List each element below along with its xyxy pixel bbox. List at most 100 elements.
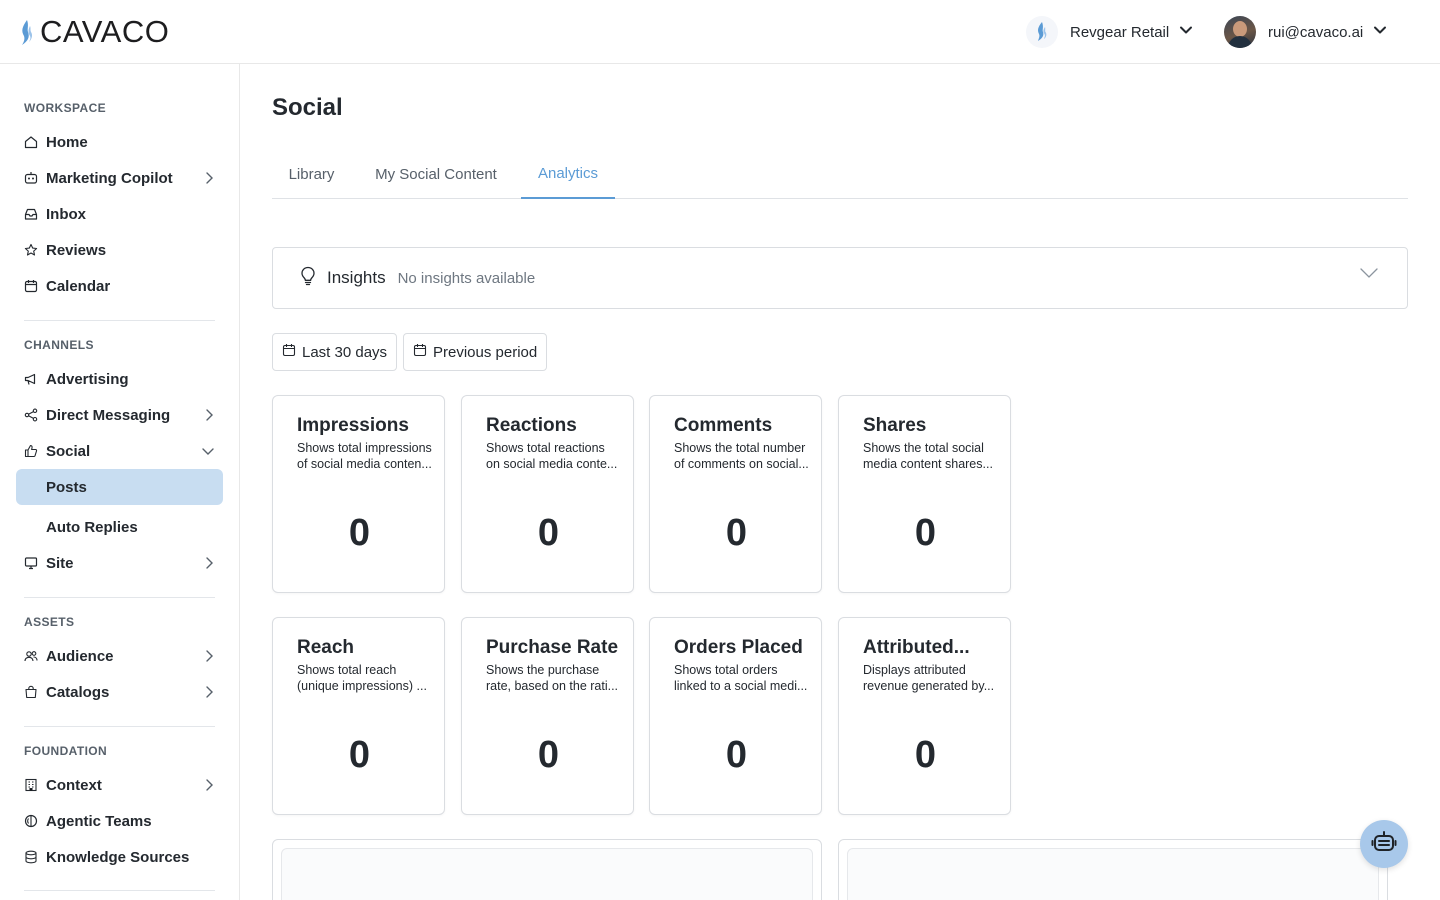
sidebar-item-site[interactable]: Site: [16, 545, 223, 581]
lightbulb-icon: [299, 266, 317, 291]
section-label-channels: CHANNELS: [24, 338, 94, 352]
metric-title: Reach: [297, 637, 355, 658]
insights-panel[interactable]: Insights No insights available: [272, 247, 1408, 309]
metric-description: Shows total reach (unique impressions) ..…: [297, 663, 427, 693]
metric-value: 0: [725, 512, 748, 554]
metric-title: Comments: [674, 415, 773, 436]
page-title: Social: [272, 94, 343, 121]
sidebar-item-advertising[interactable]: Advertising: [16, 361, 223, 397]
chart-panel-left: [272, 839, 822, 900]
sidebar-item-agentic-teams[interactable]: Agentic Teams: [16, 803, 223, 839]
shopping-bag-icon: [24, 685, 38, 699]
sidebar-item-label: Site: [46, 554, 74, 572]
sidebar-item-label: Context: [46, 776, 102, 794]
database-icon: [24, 850, 38, 864]
robot-icon: [1371, 830, 1397, 859]
sidebar-item-catalogs[interactable]: Catalogs: [16, 674, 223, 710]
tab-library[interactable]: Library: [272, 150, 351, 199]
metric-description: Displays attributed revenue generated by.…: [863, 663, 995, 693]
chevron-down-icon: [1359, 266, 1379, 285]
sidebar-item-label: Direct Messaging: [46, 406, 171, 424]
org-flame-icon: [1026, 16, 1058, 48]
assistant-bot-button[interactable]: [1360, 820, 1408, 868]
brand-name: CAVACO: [40, 14, 170, 49]
metric-card-impressions[interactable]: Impressions Shows total impressions of so…: [272, 395, 445, 593]
calendar-icon: [413, 343, 427, 361]
sidebar-item-home[interactable]: Home: [16, 124, 223, 160]
metric-description: Shows the total social media content shar…: [863, 441, 993, 471]
metric-value: 0: [914, 512, 937, 554]
section-label-foundation: FOUNDATION: [24, 744, 108, 758]
metric-card-reactions[interactable]: Reactions Shows total reactions on social…: [461, 395, 634, 593]
sidebar-item-posts[interactable]: Posts: [16, 469, 223, 505]
chart-placeholder: [281, 848, 813, 900]
sidebar: WORKSPACE Home Marketing Copilot Inbox R…: [0, 64, 240, 900]
tab-my-social-content[interactable]: My Social Content: [361, 150, 511, 199]
metric-title: Attributed...: [863, 637, 970, 658]
sidebar-item-reviews[interactable]: Reviews: [16, 232, 223, 268]
metric-description: Shows total reactions on social media con…: [486, 441, 618, 471]
insights-status: No insights available: [397, 269, 536, 287]
metric-card-orders-placed[interactable]: Orders Placed Shows total orders linked t…: [649, 617, 822, 815]
sidebar-item-direct-messaging[interactable]: Direct Messaging: [16, 397, 223, 433]
chevron-right-icon: [203, 408, 215, 427]
sidebar-item-label: Audience: [46, 647, 114, 665]
sidebar-item-context[interactable]: Context: [16, 767, 223, 803]
metric-description: Shows total impressions of social media c…: [297, 441, 432, 471]
compare-period-button[interactable]: Previous period: [403, 333, 548, 371]
inbox-icon: [24, 207, 38, 221]
sidebar-item-knowledge-sources[interactable]: Knowledge Sources: [16, 839, 223, 875]
sidebar-item-social[interactable]: Social: [16, 433, 223, 469]
metric-card-reach[interactable]: Reach Shows total reach (unique impressio…: [272, 617, 445, 815]
metric-value: 0: [537, 512, 560, 554]
brand-logo[interactable]: CAVACO: [18, 14, 169, 50]
sidebar-item-auto-replies[interactable]: Auto Replies: [16, 509, 223, 545]
org-name: Revgear Retail: [1070, 23, 1170, 41]
calendar-icon: [24, 279, 38, 293]
insights-title: Insights: [327, 268, 386, 287]
tab-bar: Library My Social Content Analytics: [272, 150, 1408, 199]
section-label-workspace: WORKSPACE: [24, 101, 107, 115]
section-label-assets: ASSETS: [24, 615, 75, 629]
metric-description: Shows total orders linked to a social med…: [674, 663, 808, 693]
star-icon: [24, 243, 38, 257]
home-icon: [24, 135, 38, 149]
megaphone-icon: [24, 372, 38, 386]
chart-panel-right: [838, 839, 1388, 900]
thumbs-up-icon: [24, 444, 38, 458]
sidebar-item-label: Catalogs: [46, 683, 110, 701]
sidebar-item-calendar[interactable]: Calendar: [16, 268, 223, 304]
sidebar-item-audience[interactable]: Audience: [16, 638, 223, 674]
top-bar: CAVACO Revgear Retail rui@cavaco.ai: [0, 0, 1440, 64]
chevron-right-icon: [203, 556, 215, 575]
metric-card-purchase-rate[interactable]: Purchase Rate Shows the purchase rate, ba…: [461, 617, 634, 815]
sidebar-divider: [24, 320, 215, 321]
flame-icon: [18, 14, 34, 50]
sidebar-item-label: Advertising: [46, 370, 129, 388]
sidebar-item-marketing-copilot[interactable]: Marketing Copilot: [16, 160, 223, 196]
metric-description: Shows the total number of comments on soc…: [674, 441, 809, 471]
brain-icon: [24, 814, 38, 828]
metric-title: Orders Placed: [674, 637, 803, 658]
metric-card-comments[interactable]: Comments Shows the total number of commen…: [649, 395, 822, 593]
sidebar-item-inbox[interactable]: Inbox: [16, 196, 223, 232]
metric-card-attributed-revenue[interactable]: Attributed... Displays attributed revenue…: [838, 617, 1011, 815]
metric-description: Shows the purchase rate, based on the rat…: [486, 663, 619, 693]
user-menu[interactable]: rui@cavaco.ai: [1224, 14, 1387, 50]
metric-title: Reactions: [486, 415, 577, 436]
chevron-right-icon: [203, 778, 215, 797]
building-icon: [24, 778, 38, 792]
share-icon: [24, 408, 38, 422]
metric-value: 0: [348, 734, 371, 776]
tab-analytics[interactable]: Analytics: [521, 150, 615, 199]
metric-value: 0: [348, 512, 371, 554]
avatar: [1224, 16, 1256, 48]
metric-title: Purchase Rate: [486, 637, 619, 658]
users-icon: [24, 649, 38, 663]
date-range-button[interactable]: Last 30 days: [272, 333, 398, 371]
metric-card-shares[interactable]: Shares Shows the total social media conte…: [838, 395, 1011, 593]
date-range-label: Last 30 days: [302, 343, 388, 361]
sidebar-item-label: Home: [46, 133, 88, 151]
sidebar-divider: [24, 890, 215, 891]
org-switcher[interactable]: Revgear Retail: [1026, 14, 1193, 50]
